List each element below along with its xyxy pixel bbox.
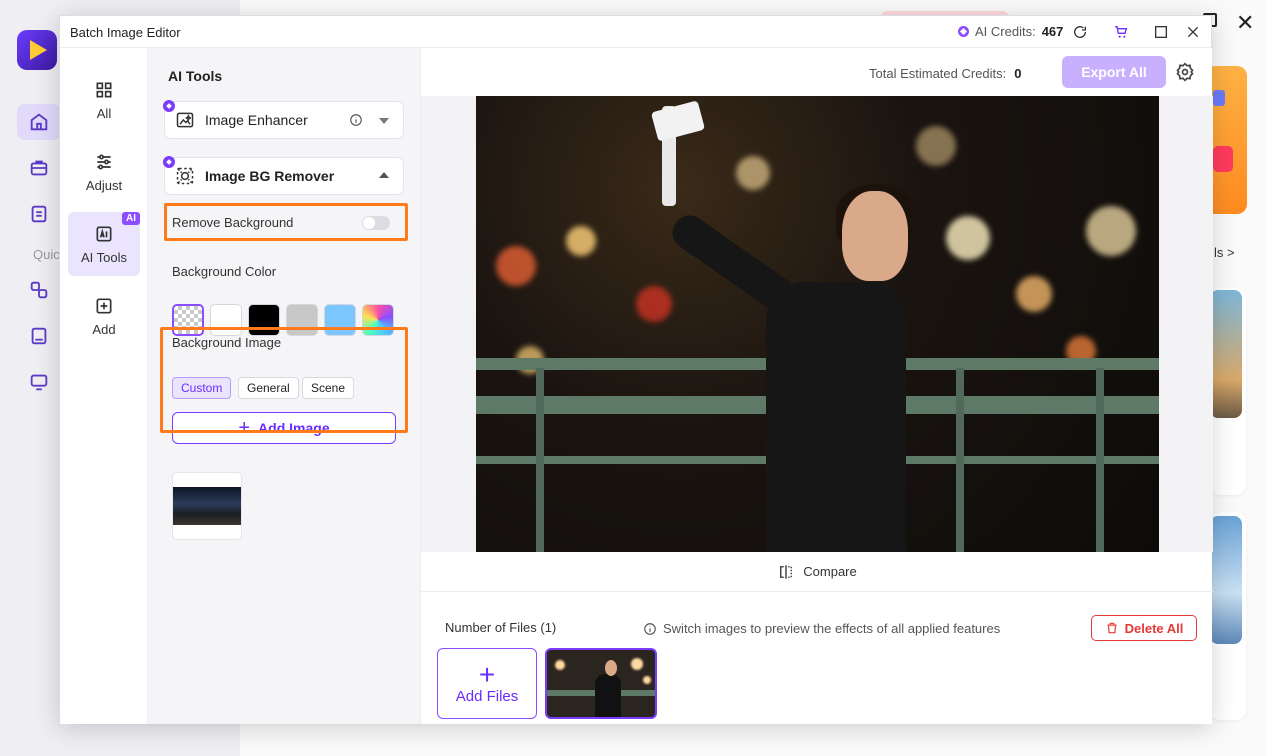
- chevron-up-icon[interactable]: [379, 172, 389, 178]
- enhancer-icon: [176, 112, 194, 128]
- edit-doc-icon[interactable]: [17, 318, 61, 354]
- home-icon[interactable]: [17, 104, 61, 140]
- credits-gem-icon: [958, 26, 969, 37]
- trash-icon: [1106, 622, 1117, 634]
- remove-background-highlight: [164, 203, 408, 241]
- sliders-icon: [97, 154, 111, 169]
- export-all-button[interactable]: Export All: [1062, 56, 1166, 88]
- more-tools-link[interactable]: ls >: [1214, 245, 1235, 260]
- tool-category-nav: All Adjust AI AI Tools Add: [60, 48, 148, 724]
- estimated-credits: Total Estimated Credits: 0: [869, 66, 1022, 81]
- ai-feature-dot-icon: [163, 156, 175, 168]
- add-files-label: Add Files: [455, 688, 519, 705]
- ai-tools-panel: AI Tools Image Enhancer Image BG Remover…: [148, 48, 420, 724]
- nav-item-all[interactable]: All: [68, 68, 140, 132]
- bg-remover-label: Image BG Remover: [205, 168, 335, 184]
- background-image-highlight: [160, 327, 408, 433]
- nav-label: Add: [92, 321, 116, 337]
- estimated-credits-value: 0: [1014, 66, 1022, 81]
- bg-remover-options: Remove Background Background Color Backg…: [160, 203, 408, 688]
- title-bar: Batch Image Editor AI Credits: 467: [60, 16, 1211, 48]
- image-enhancer-card[interactable]: Image Enhancer: [163, 100, 404, 139]
- card-thumbnail: [1210, 516, 1242, 644]
- app-logo: [17, 30, 57, 70]
- info-icon[interactable]: [349, 113, 363, 127]
- card-thumbnail: [1210, 290, 1242, 418]
- plus-square-icon: [96, 298, 112, 313]
- night-sky-image: [173, 487, 241, 525]
- credits-value: 467: [1041, 24, 1064, 39]
- ai-credits: AI Credits: 467: [958, 24, 1063, 39]
- delete-all-label: Delete All: [1124, 620, 1184, 636]
- panel-title: AI Tools: [168, 68, 223, 84]
- compare-icon: [780, 564, 793, 579]
- grid-icon: [96, 82, 112, 97]
- quick-label: Quic: [33, 247, 60, 262]
- refresh-icon[interactable]: [1071, 23, 1089, 41]
- background-color-label: Background Color: [172, 264, 277, 279]
- nav-item-ai-tools[interactable]: AI AI Tools: [68, 212, 140, 276]
- info-icon: [644, 622, 656, 635]
- image-bg-remover-card[interactable]: Image BG Remover: [163, 156, 404, 195]
- plus-icon: +: [478, 659, 496, 690]
- screen-icon[interactable]: [17, 364, 61, 400]
- compare-button[interactable]: Compare: [421, 552, 1213, 592]
- add-files-button[interactable]: + Add Files: [437, 648, 537, 719]
- window-title: Batch Image Editor: [70, 25, 181, 40]
- tool-card[interactable]: [1210, 512, 1246, 720]
- number-of-files: Number of Files (1): [445, 620, 557, 635]
- enhancer-label: Image Enhancer: [205, 112, 308, 128]
- delete-all-button[interactable]: Delete All: [1091, 615, 1197, 641]
- nav-label: All: [96, 105, 112, 121]
- close-icon[interactable]: [1184, 23, 1202, 41]
- compare-label: Compare: [803, 564, 857, 579]
- nav-label: AI Tools: [80, 249, 127, 265]
- ai-badge: AI: [122, 212, 140, 225]
- ai-tools-icon: [96, 226, 112, 241]
- image-preview: [421, 96, 1213, 552]
- tool-card[interactable]: [1210, 288, 1246, 495]
- batch-image-editor-window: Batch Image Editor AI Credits: 467 All A…: [59, 15, 1213, 724]
- file-thumbnail-selected[interactable]: [545, 648, 657, 719]
- toolbox-icon[interactable]: [17, 150, 61, 186]
- custom-background-thumbnail[interactable]: [172, 472, 242, 540]
- promo-chip: [1213, 90, 1225, 106]
- nav-item-add[interactable]: Add: [68, 284, 140, 348]
- promo-chip: [1213, 146, 1233, 172]
- switch-images-hint: Switch images to preview the effects of …: [643, 621, 1000, 636]
- convert-icon[interactable]: [17, 272, 61, 308]
- cart-icon[interactable]: [1112, 23, 1130, 41]
- preview-area: Total Estimated Credits: 0 Export All Co…: [420, 48, 1213, 724]
- maximize-icon[interactable]: [1152, 23, 1170, 41]
- document-icon[interactable]: [17, 196, 61, 232]
- nav-label: Adjust: [85, 177, 123, 193]
- estimated-credits-label: Total Estimated Credits:: [869, 66, 1007, 81]
- bg-remover-icon: [176, 167, 194, 185]
- ai-feature-dot-icon: [163, 100, 175, 112]
- credits-label: AI Credits:: [975, 24, 1036, 39]
- preview-photo: [476, 96, 1159, 552]
- hint-text: Switch images to preview the effects of …: [663, 621, 1001, 636]
- app-close-icon[interactable]: ✕: [1236, 10, 1254, 36]
- nav-item-adjust[interactable]: Adjust: [68, 140, 140, 204]
- settings-gear-icon[interactable]: [1175, 62, 1195, 82]
- chevron-down-icon[interactable]: [379, 118, 389, 124]
